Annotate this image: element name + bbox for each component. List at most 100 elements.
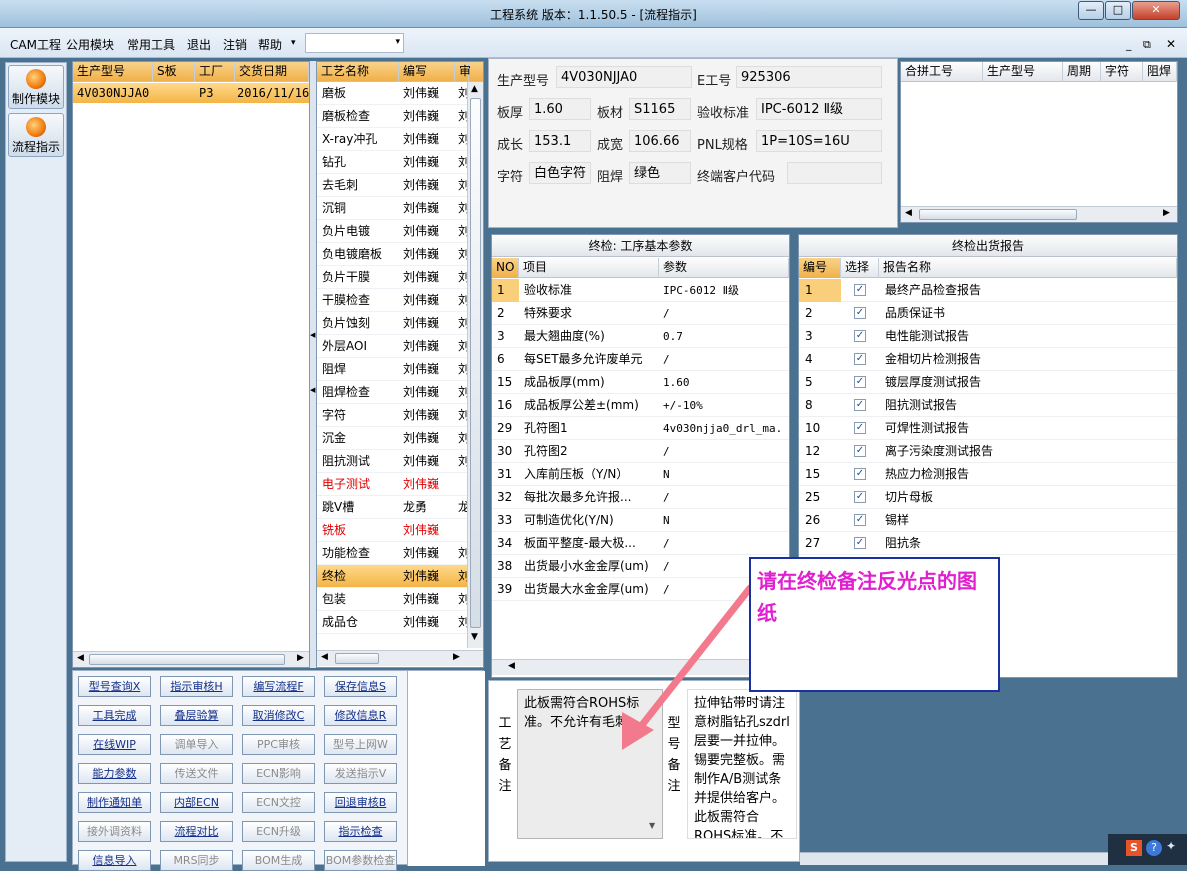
column-header[interactable]: 工艺名称 (317, 62, 399, 82)
report-row[interactable]: 5 ✓ 镀层厚度测试报告 (799, 371, 1177, 394)
process-row[interactable]: 磨板 刘伟巍刘 (317, 82, 470, 105)
cust-field[interactable] (787, 162, 882, 184)
scroll-left-icon[interactable]: ◀ (508, 661, 515, 671)
report-checkbox[interactable]: ✓ (854, 284, 866, 296)
column-header[interactable]: NO (492, 258, 519, 278)
scroll-left-icon[interactable]: ◀ (321, 652, 328, 662)
action-button[interactable]: 保存信息S (324, 676, 397, 697)
scroll-thumb[interactable] (89, 654, 285, 665)
mdi-close-icon[interactable]: ✕ (1166, 37, 1176, 51)
menu-overflow-icon[interactable]: ▾ (291, 38, 296, 48)
report-row[interactable]: 15 ✓ 热应力检测报告 (799, 463, 1177, 486)
process-row[interactable]: 负电镀磨板 刘伟巍刘 (317, 243, 470, 266)
scroll-left-icon[interactable]: ◀ (77, 653, 84, 663)
width-field[interactable]: 106.66 (629, 130, 691, 152)
mdi-restore-icon[interactable]: ⧉ (1143, 38, 1151, 52)
report-row[interactable]: 3 ✓ 电性能测试报告 (799, 325, 1177, 348)
column-header[interactable]: S板 (153, 62, 195, 82)
horizontal-scrollbar[interactable]: ◀ ▶ (317, 650, 483, 666)
process-row[interactable]: 沉金 刘伟巍刘 (317, 427, 470, 450)
param-row[interactable]: 30 孔符图2 / (492, 440, 789, 463)
action-button[interactable]: 调单导入 (160, 734, 233, 755)
action-button[interactable]: 型号查询X (78, 676, 151, 697)
column-header[interactable]: 字符 (1101, 62, 1143, 82)
scroll-up-icon[interactable]: ▲ (471, 84, 478, 94)
scroll-thumb[interactable] (335, 653, 379, 664)
action-button[interactable]: 指示检查 (324, 821, 397, 842)
report-checkbox[interactable]: ✓ (854, 491, 866, 503)
menu-logout[interactable]: 注销 (223, 36, 247, 53)
action-button[interactable]: 能力参数 (78, 763, 151, 784)
menu-common[interactable]: 公用模块 (66, 36, 114, 53)
report-checkbox[interactable]: ✓ (854, 330, 866, 342)
nav-process-guide[interactable]: 流程指示 (8, 113, 64, 157)
column-header[interactable]: 选择 (841, 258, 879, 278)
column-header[interactable]: 交货日期 (235, 62, 309, 82)
std-field[interactable]: IPC-6012 Ⅱ级 (756, 98, 882, 120)
process-row[interactable]: 干膜检查 刘伟巍刘 (317, 289, 470, 312)
nav-make-module[interactable]: 制作模块 (8, 65, 64, 109)
report-checkbox[interactable]: ✓ (854, 307, 866, 319)
horizontal-scrollbar[interactable]: ◀ ▶ (901, 206, 1177, 222)
process-row[interactable]: 铣板 刘伟巍 (317, 519, 467, 542)
settings-icon[interactable]: ✦ (1166, 839, 1176, 853)
menu-exit[interactable]: 退出 (187, 36, 211, 53)
param-row[interactable]: 34 板面平整度-最大极... / (492, 532, 789, 555)
param-row[interactable]: 6 每SET最多允许废单元 / (492, 348, 789, 371)
sogou-ime-icon[interactable]: S (1126, 840, 1142, 856)
report-checkbox[interactable]: ✓ (854, 376, 866, 388)
toolbar-combo[interactable]: ▾ (305, 33, 404, 53)
column-header[interactable]: 合拼工号 (901, 62, 983, 82)
report-row[interactable]: 1 ✓ 最终产品检查报告 (799, 279, 1177, 302)
vertical-scrollbar[interactable]: ▲ ▼ (467, 82, 483, 648)
model-field[interactable]: 4V030NJJA0 (556, 66, 692, 88)
param-row[interactable]: 33 可制造优化(Y/N) N (492, 509, 789, 532)
process-row[interactable]: 负片干膜 刘伟巍刘 (317, 266, 470, 289)
column-header[interactable]: 编号 (799, 258, 841, 278)
scroll-right-icon[interactable]: ▶ (453, 652, 460, 662)
process-row[interactable]: 去毛刺 刘伟巍刘 (317, 174, 470, 197)
action-button[interactable]: 型号上网W (324, 734, 397, 755)
report-row[interactable]: 25 ✓ 切片母板 (799, 486, 1177, 509)
action-button[interactable]: 流程对比 (160, 821, 233, 842)
report-row[interactable]: 10 ✓ 可焊性测试报告 (799, 417, 1177, 440)
process-row[interactable]: 阻抗测试 刘伟巍刘 (317, 450, 470, 473)
scroll-down-icon[interactable]: ▼ (471, 632, 478, 642)
process-row[interactable]: 阻焊 刘伟巍刘 (317, 358, 470, 381)
report-checkbox[interactable]: ✓ (854, 468, 866, 480)
action-button[interactable]: MRS同步 (160, 850, 233, 871)
param-row[interactable]: 32 每批次最多允许报... / (492, 486, 789, 509)
param-row[interactable]: 29 孔符图1 4v030njja0_drl_ma. (492, 417, 789, 440)
action-button[interactable]: 在线WIP (78, 734, 151, 755)
scroll-thumb[interactable] (470, 98, 481, 628)
process-row[interactable]: 功能检查 刘伟巍刘 (317, 542, 470, 565)
action-button[interactable]: 编写流程F (242, 676, 315, 697)
action-button[interactable]: BOM参数检查 (324, 850, 397, 871)
action-button[interactable]: 指示审核H (160, 676, 233, 697)
action-button[interactable]: 内部ECN (160, 792, 233, 813)
column-header[interactable]: 项目 (519, 258, 659, 278)
action-button[interactable]: ECN文控 (242, 792, 315, 813)
report-checkbox[interactable]: ✓ (854, 514, 866, 526)
action-button[interactable]: 取消修改C (242, 705, 315, 726)
process-row[interactable]: 包装 刘伟巍刘 (317, 588, 470, 611)
pnl-field[interactable]: 1P=10S=16U (756, 130, 882, 152)
process-row[interactable]: 负片蚀刻 刘伟巍刘 (317, 312, 470, 335)
process-row[interactable]: 外层AOI 刘伟巍刘 (317, 335, 470, 358)
process-row[interactable]: 成品仓 刘伟巍刘 (317, 611, 470, 634)
scroll-right-icon[interactable]: ▶ (1163, 208, 1170, 218)
column-header[interactable]: 生产型号 (73, 62, 153, 82)
action-button[interactable]: ECN升级 (242, 821, 315, 842)
scroll-down-icon[interactable]: ▼ (649, 821, 655, 830)
column-header[interactable]: 编写 (399, 62, 455, 82)
scroll-left-icon[interactable]: ◀ (905, 208, 912, 218)
action-button[interactable]: 叠层验算 (160, 705, 233, 726)
action-button[interactable]: 修改信息R (324, 705, 397, 726)
menu-cam[interactable]: CAM工程 (10, 36, 61, 53)
action-button[interactable]: 工具完成 (78, 705, 151, 726)
thick-field[interactable]: 1.60 (529, 98, 591, 120)
action-button[interactable]: ECN影响 (242, 763, 315, 784)
len-field[interactable]: 153.1 (529, 130, 591, 152)
process-row[interactable]: 跳V槽 龙勇龙 (317, 496, 470, 519)
report-checkbox[interactable]: ✓ (854, 537, 866, 549)
